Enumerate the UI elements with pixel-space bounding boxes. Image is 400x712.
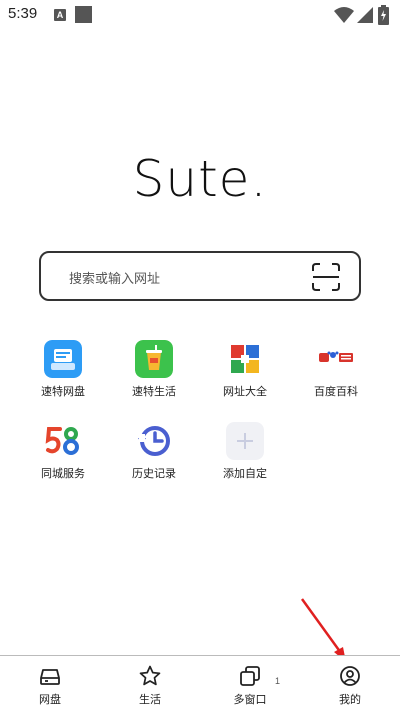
58-city-icon xyxy=(45,427,79,455)
disk-icon xyxy=(40,669,60,685)
shortcut-sute-life[interactable]: 速特生活 xyxy=(109,340,199,410)
status-right-icons xyxy=(334,5,394,25)
logo-dot: . xyxy=(250,150,268,208)
bottom-nav: 网盘 生活 1 多窗口 我的 xyxy=(0,655,400,712)
status-bar: 5:39 A xyxy=(0,0,400,30)
nav-label: 我的 xyxy=(339,693,361,706)
shortcut-label: 网址大全 xyxy=(223,385,267,398)
nav-label: 网盘 xyxy=(39,693,61,706)
nav-disk[interactable]: 网盘 xyxy=(0,656,100,712)
baidu-baike-icon xyxy=(319,351,353,362)
star-icon xyxy=(139,665,161,686)
shortcut-label: 添加自定 xyxy=(223,467,267,480)
shortcut-sute-disk[interactable]: 速特网盘 xyxy=(18,340,108,410)
nav-label: 生活 xyxy=(139,693,161,706)
history-clock-icon xyxy=(138,426,170,456)
search-placeholder: 搜索或输入网址 xyxy=(69,272,161,287)
shortcut-label: 同城服务 xyxy=(41,467,85,480)
shortcut-58-city[interactable]: 同城服务 xyxy=(18,422,108,492)
life-cup-icon xyxy=(135,340,173,378)
shortcut-label: 百度百科 xyxy=(314,385,358,398)
signal-icon xyxy=(357,7,373,23)
search-input[interactable]: 搜索或输入网址 xyxy=(39,251,361,301)
shortcut-label: 历史记录 xyxy=(132,467,176,480)
shortcut-history[interactable]: 历史记录 xyxy=(109,422,199,492)
add-plus-icon xyxy=(226,422,264,460)
shortcut-url-directory[interactable]: 网址大全 xyxy=(200,340,290,410)
app-logo: Sute. xyxy=(0,150,400,208)
shortcut-label: 速特网盘 xyxy=(41,385,85,398)
status-time: 5:39 xyxy=(8,5,38,22)
nav-life[interactable]: 生活 xyxy=(100,656,200,712)
shortcut-baidu-baike[interactable]: 百度百科 xyxy=(291,340,381,410)
nav-label: 多窗口 xyxy=(233,693,267,706)
nav-profile[interactable]: 我的 xyxy=(300,656,400,712)
windows-icon xyxy=(240,666,260,686)
nav-multi-window[interactable]: 1 多窗口 xyxy=(200,656,300,712)
shortcut-label: 速特生活 xyxy=(132,385,176,398)
window-count: 1 xyxy=(275,676,281,686)
a-notification-icon: A xyxy=(54,9,66,21)
battery-charging-icon xyxy=(378,5,389,25)
url-grid-icon xyxy=(231,345,259,373)
logo-text: Sute xyxy=(132,150,251,208)
square-notification-icon xyxy=(75,6,92,23)
cloud-disk-icon xyxy=(44,340,82,378)
shortcut-add-custom[interactable]: 添加自定 xyxy=(200,422,290,492)
wifi-icon xyxy=(334,7,354,23)
scan-icon[interactable] xyxy=(311,262,341,292)
profile-icon xyxy=(340,666,360,686)
